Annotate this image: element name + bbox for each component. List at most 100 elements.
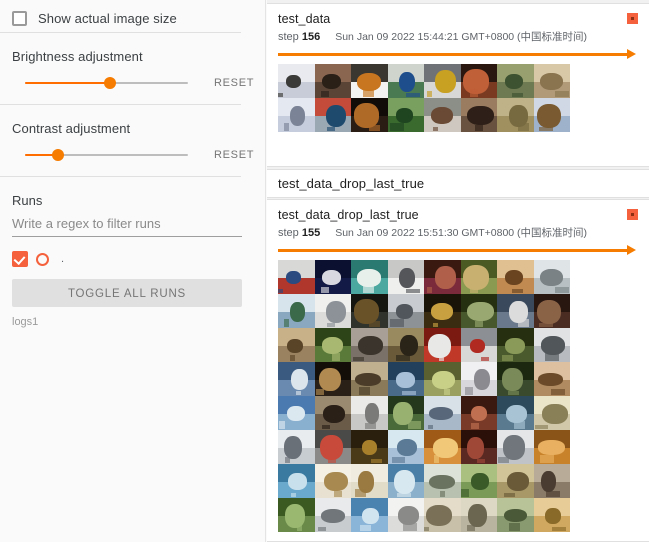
image-thumbnail[interactable]	[460, 498, 497, 532]
image-grid[interactable]	[278, 260, 638, 532]
image-thumbnail[interactable]	[278, 396, 315, 430]
brightness-slider[interactable]	[25, 74, 188, 92]
image-thumbnail[interactable]	[533, 362, 570, 396]
image-thumbnail[interactable]	[533, 64, 570, 98]
image-thumbnail[interactable]	[460, 328, 497, 362]
image-thumbnail[interactable]	[497, 98, 534, 132]
show-actual-image-size-checkbox-row[interactable]: Show actual image size	[12, 0, 253, 32]
image-thumbnail[interactable]	[460, 294, 497, 328]
image-thumbnail[interactable]	[351, 362, 388, 396]
image-thumbnail[interactable]	[460, 260, 497, 294]
image-thumbnail[interactable]	[351, 64, 388, 98]
image-thumbnail[interactable]	[424, 98, 461, 132]
image-thumbnail[interactable]	[278, 362, 315, 396]
image-thumbnail[interactable]	[387, 294, 424, 328]
image-thumbnail[interactable]	[424, 498, 461, 532]
image-thumbnail[interactable]	[387, 98, 424, 132]
toggle-all-runs-button[interactable]: TOGGLE ALL RUNS	[12, 279, 242, 307]
image-thumbnail[interactable]	[278, 464, 315, 498]
brightness-reset-button[interactable]: RESET	[214, 77, 254, 89]
image-thumbnail[interactable]	[314, 362, 351, 396]
image-thumbnail[interactable]	[314, 430, 351, 464]
image-thumbnail[interactable]	[351, 98, 388, 132]
image-thumbnail[interactable]	[387, 362, 424, 396]
image-thumbnail[interactable]	[278, 98, 315, 132]
image-thumbnail[interactable]	[424, 464, 461, 498]
close-icon[interactable]	[627, 13, 638, 24]
image-thumbnail[interactable]	[533, 260, 570, 294]
image-thumbnail[interactable]	[424, 294, 461, 328]
runs-filter-input[interactable]	[12, 214, 242, 237]
image-thumbnail[interactable]	[387, 64, 424, 98]
brightness-slider-thumb[interactable]	[103, 77, 116, 89]
image-thumbnail[interactable]	[424, 430, 461, 464]
contrast-slider-thumb[interactable]	[51, 149, 64, 161]
image-thumbnail[interactable]	[278, 498, 315, 532]
image-thumbnail[interactable]	[533, 396, 570, 430]
brightness-slider-row[interactable]: RESET	[12, 66, 253, 104]
image-thumbnail[interactable]	[497, 430, 534, 464]
image-thumbnail[interactable]	[278, 260, 315, 294]
image-thumbnail[interactable]	[497, 260, 534, 294]
image-thumbnail[interactable]	[424, 260, 461, 294]
image-thumbnail[interactable]	[351, 294, 388, 328]
image-thumbnail[interactable]	[314, 98, 351, 132]
image-thumbnail[interactable]	[351, 396, 388, 430]
image-thumbnail[interactable]	[387, 430, 424, 464]
image-thumbnail[interactable]	[351, 498, 388, 532]
image-thumbnail[interactable]	[351, 464, 388, 498]
close-icon[interactable]	[627, 209, 638, 220]
image-grid[interactable]	[278, 64, 638, 132]
image-thumbnail[interactable]	[533, 464, 570, 498]
step-slider[interactable]	[278, 49, 636, 59]
image-thumbnail[interactable]	[314, 64, 351, 98]
run-item-row[interactable]: .	[12, 247, 253, 271]
image-thumbnail[interactable]	[424, 328, 461, 362]
checkbox-icon[interactable]	[12, 10, 27, 26]
step-slider[interactable]	[278, 245, 636, 255]
image-thumbnail[interactable]	[387, 260, 424, 294]
image-thumbnail[interactable]	[387, 498, 424, 532]
image-thumbnail[interactable]	[497, 396, 534, 430]
contrast-slider[interactable]	[25, 146, 188, 164]
image-thumbnail[interactable]	[278, 294, 315, 328]
step-slider-thumb[interactable]	[627, 49, 636, 59]
image-thumbnail[interactable]	[460, 464, 497, 498]
image-thumbnail[interactable]	[351, 260, 388, 294]
image-thumbnail[interactable]	[424, 64, 461, 98]
image-thumbnail[interactable]	[314, 328, 351, 362]
image-thumbnail[interactable]	[387, 464, 424, 498]
image-thumbnail[interactable]	[533, 430, 570, 464]
image-thumbnail[interactable]	[351, 430, 388, 464]
image-thumbnail[interactable]	[460, 98, 497, 132]
contrast-reset-button[interactable]: RESET	[214, 149, 254, 161]
step-slider-thumb[interactable]	[627, 245, 636, 255]
run-checkbox-checked-icon[interactable]	[12, 251, 28, 267]
image-thumbnail[interactable]	[533, 294, 570, 328]
image-thumbnail[interactable]	[460, 396, 497, 430]
image-thumbnail[interactable]	[314, 498, 351, 532]
image-thumbnail[interactable]	[314, 396, 351, 430]
image-thumbnail[interactable]	[314, 294, 351, 328]
contrast-slider-row[interactable]: RESET	[12, 138, 253, 176]
image-thumbnail[interactable]	[460, 64, 497, 98]
image-thumbnail[interactable]	[533, 98, 570, 132]
image-thumbnail[interactable]	[278, 328, 315, 362]
image-thumbnail[interactable]	[497, 362, 534, 396]
image-thumbnail[interactable]	[424, 396, 461, 430]
image-thumbnail[interactable]	[278, 64, 315, 98]
image-thumbnail[interactable]	[497, 464, 534, 498]
image-thumbnail[interactable]	[497, 328, 534, 362]
image-thumbnail[interactable]	[497, 498, 534, 532]
image-thumbnail[interactable]	[460, 362, 497, 396]
image-thumbnail[interactable]	[387, 328, 424, 362]
image-thumbnail[interactable]	[533, 328, 570, 362]
image-thumbnail[interactable]	[533, 498, 570, 532]
image-thumbnail[interactable]	[314, 260, 351, 294]
image-thumbnail[interactable]	[351, 328, 388, 362]
image-thumbnail[interactable]	[278, 430, 315, 464]
image-thumbnail[interactable]	[497, 294, 534, 328]
image-thumbnail[interactable]	[460, 430, 497, 464]
section-header-bar[interactable]: test_data_drop_last_true	[267, 169, 649, 198]
image-thumbnail[interactable]	[424, 362, 461, 396]
